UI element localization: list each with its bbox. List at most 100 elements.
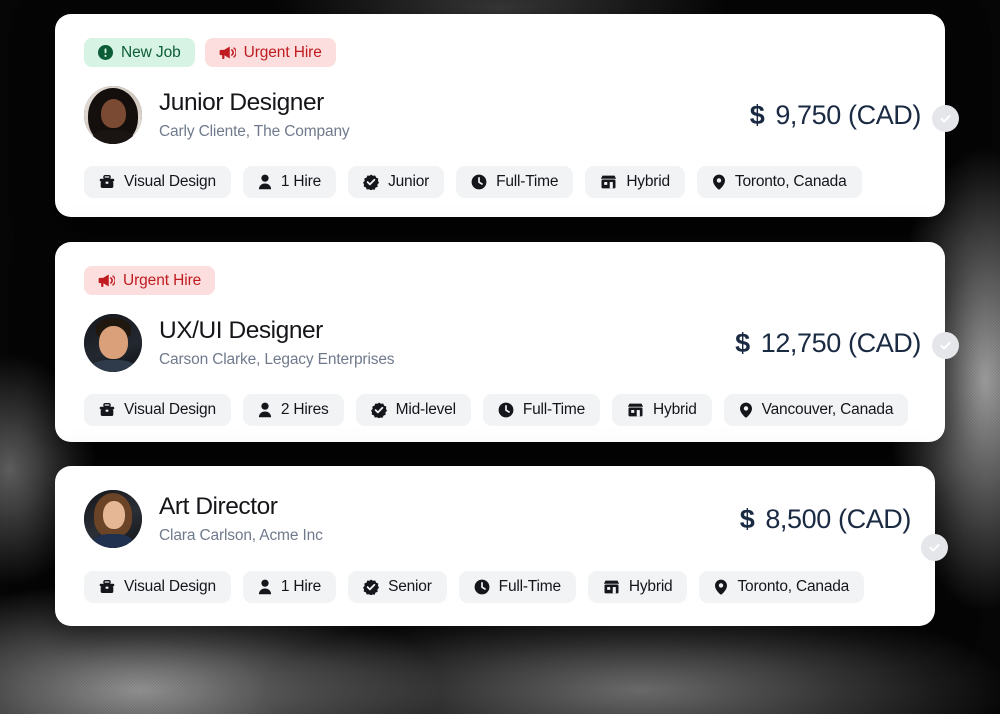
job-card[interactable]: Urgent Hire UX/UI Designer Carson Clarke… — [55, 242, 959, 442]
megaphone-icon — [219, 45, 236, 60]
salary-amount-and-code: 8,500 (CAD) — [765, 504, 911, 535]
tag-work-mode[interactable]: Hybrid — [585, 166, 685, 198]
job-header: UX/UI Designer Carson Clarke, Legacy Ent… — [55, 314, 945, 372]
tag-work-mode[interactable]: Hybrid — [612, 394, 712, 426]
job-subtitle: Carly Cliente, The Company — [159, 122, 350, 140]
megaphone-icon — [98, 273, 115, 288]
map-pin-icon — [712, 174, 726, 190]
tag-label: Visual Design — [124, 578, 216, 595]
badge-new-job[interactable]: New Job — [84, 38, 195, 67]
salary-currency-code: (CAD) — [838, 503, 911, 534]
tag-seniority[interactable]: Senior — [348, 571, 447, 603]
clock-icon — [498, 402, 514, 418]
salary-currency-code: (CAD) — [848, 327, 921, 358]
job-header: Junior Designer Carly Cliente, The Compa… — [55, 86, 945, 144]
map-pin-icon — [739, 402, 753, 418]
tag-label: Full-Time — [498, 578, 561, 595]
tag-hires[interactable]: 2 Hires — [242, 394, 344, 426]
job-card-list: New Job Urgent Hire Junior Designer Carl… — [0, 0, 1000, 714]
badge-urgent-hire[interactable]: Urgent Hire — [204, 38, 336, 67]
tag-label: Visual Design — [124, 173, 216, 190]
badge-urgent-hire[interactable]: Urgent Hire — [84, 266, 216, 295]
building-icon — [627, 402, 644, 418]
salary-currency-symbol: $ — [749, 99, 765, 130]
tag-visual-design[interactable]: Visual Design — [84, 394, 231, 426]
check-circle-icon[interactable] — [921, 534, 948, 561]
tag-employment-type[interactable]: Full-Time — [482, 394, 601, 426]
person-icon — [258, 402, 272, 418]
tag-visual-design[interactable]: Visual Design — [84, 571, 231, 603]
tag-hires[interactable]: 1 Hire — [242, 571, 337, 603]
tag-label: Hybrid — [653, 401, 697, 418]
tag-visual-design[interactable]: Visual Design — [84, 166, 231, 198]
building-icon — [600, 174, 617, 190]
salary-amount: 12,750 — [760, 327, 842, 358]
tag-employment-type[interactable]: Full-Time — [456, 166, 574, 198]
badge-label: Urgent Hire — [123, 271, 202, 289]
job-subtitle: Carson Clarke, Legacy Enterprises — [159, 350, 395, 368]
tag-label: Toronto, Canada — [734, 173, 847, 190]
job-title: UX/UI Designer — [159, 317, 323, 345]
tag-label: Visual Design — [124, 401, 216, 418]
tag-label: Mid-level — [395, 401, 456, 418]
tag-employment-type[interactable]: Full-Time — [458, 571, 576, 603]
check-circle-icon[interactable] — [932, 332, 959, 359]
job-header: Art Director Clara Carlson, Acme Inc $ 8… — [55, 466, 935, 548]
salary: $ 8,500 (CAD) — [739, 503, 912, 535]
avatar[interactable] — [84, 86, 142, 144]
tag-label: 1 Hire — [280, 578, 322, 595]
salary-amount-and-code: 12,750 (CAD) — [760, 327, 922, 359]
salary: $ 12,750 (CAD) — [735, 328, 921, 359]
tag-label: Full-Time — [522, 401, 586, 418]
verified-badge-icon — [363, 579, 380, 595]
badge-label: New Job — [121, 43, 181, 61]
tag-label: Vancouver, Canada — [761, 401, 894, 418]
tag-location[interactable]: Toronto, Canada — [699, 571, 865, 603]
tag-seniority[interactable]: Mid-level — [355, 394, 471, 426]
salary-amount-and-code: 9,750 (CAD) — [775, 100, 921, 131]
person-icon — [258, 579, 272, 595]
briefcase-icon — [99, 579, 115, 595]
building-icon — [603, 579, 620, 595]
check-circle-icon[interactable] — [932, 105, 959, 132]
salary-currency-symbol: $ — [739, 503, 755, 534]
job-card[interactable]: New Job Urgent Hire Junior Designer Carl… — [55, 14, 959, 217]
tag-hires[interactable]: 1 Hire — [242, 166, 337, 198]
badge-row: Urgent Hire — [55, 242, 945, 295]
tag-label: Senior — [388, 578, 432, 595]
tag-label: 2 Hires — [280, 401, 329, 418]
tag-label: Junior — [388, 173, 430, 190]
salary-currency-code: (CAD) — [848, 99, 921, 130]
job-card[interactable]: Art Director Clara Carlson, Acme Inc $ 8… — [55, 466, 948, 626]
tag-seniority[interactable]: Junior — [348, 166, 445, 198]
exclamation-circle-icon — [98, 45, 113, 60]
job-subtitle: Clara Carlson, Acme Inc — [159, 526, 323, 544]
job-title: Art Director — [159, 493, 278, 521]
clock-icon — [474, 579, 490, 595]
avatar[interactable] — [84, 490, 142, 548]
tag-work-mode[interactable]: Hybrid — [587, 571, 688, 603]
tag-location[interactable]: Toronto, Canada — [696, 166, 862, 198]
job-title: Junior Designer — [159, 89, 324, 117]
salary-amount: 9,750 — [775, 99, 841, 130]
tag-row: Visual Design 1 Hire — [55, 571, 935, 603]
salary-currency-symbol: $ — [735, 327, 750, 358]
tag-row: Visual Design 2 Hires Mid-level Full-Tim… — [55, 394, 945, 426]
clock-icon — [471, 174, 487, 190]
briefcase-icon — [99, 174, 115, 190]
verified-badge-icon — [370, 402, 387, 418]
tag-label: 1 Hire — [280, 173, 322, 190]
tag-label: Hybrid — [626, 173, 670, 190]
verified-badge-icon — [363, 174, 380, 190]
map-pin-icon — [714, 579, 728, 595]
tag-row: Visual Design 1 Hire — [55, 166, 945, 198]
salary: $ 9,750 (CAD) — [749, 99, 922, 131]
salary-amount: 8,500 — [765, 503, 831, 534]
tag-label: Hybrid — [628, 578, 673, 595]
tag-label: Toronto, Canada — [737, 578, 850, 595]
badge-row: New Job Urgent Hire — [55, 14, 945, 67]
badge-label: Urgent Hire — [243, 43, 322, 61]
avatar[interactable] — [84, 314, 142, 372]
tag-label: Full-Time — [496, 173, 559, 190]
tag-location[interactable]: Vancouver, Canada — [723, 394, 909, 426]
